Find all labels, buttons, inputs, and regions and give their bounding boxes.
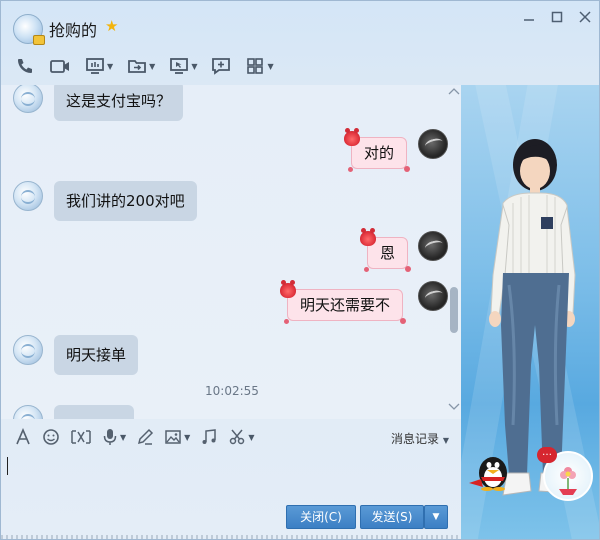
message-bubble[interactable]: 明天还需要不 (280, 280, 407, 324)
apps-button[interactable]: ▼ (241, 54, 277, 78)
chat-toolbar: ▼ ▼ ▼ ▼ (11, 53, 278, 79)
device-badge-icon (33, 35, 45, 45)
bubble-decoration-icon (360, 228, 376, 246)
chevron-down-icon: ▼ (442, 436, 449, 445)
message-input[interactable] (1, 455, 461, 505)
send-options-button[interactable]: ▼ (424, 505, 448, 529)
screen-share-button[interactable]: ▼ (81, 54, 117, 78)
music-icon (202, 429, 217, 444)
qq-penguin-icon[interactable] (467, 451, 513, 491)
contact-avatar[interactable] (13, 14, 45, 45)
add-chat-icon (212, 58, 231, 75)
scroll-down-icon[interactable] (448, 403, 460, 414)
apps-grid-icon (247, 58, 264, 74)
screenshot-button[interactable]: ▼ (225, 426, 257, 448)
resize-grip[interactable] (1, 535, 461, 539)
message-text: 明天接单 (66, 346, 127, 364)
message-history-button[interactable]: 消息记录 ▼ (391, 430, 449, 447)
contact-message-avatar[interactable] (13, 405, 43, 419)
chevron-down-icon: ▼ (120, 432, 127, 442)
chevron-down-icon: ▼ (149, 61, 156, 71)
remote-desktop-icon (170, 58, 189, 74)
send-button[interactable]: 发送(S) (360, 505, 424, 529)
bubble-decoration-icon (404, 166, 411, 172)
pen-icon (138, 428, 154, 445)
contact-message-avatar[interactable] (13, 181, 43, 211)
message-bubble[interactable]: 这是支付宝吗？ (54, 85, 184, 121)
bubble-decoration-icon (364, 267, 369, 272)
self-message-avatar[interactable] (418, 231, 448, 261)
message-text: 恩 (380, 244, 396, 262)
text-cursor (7, 457, 8, 475)
message-text: 明天还需要不 (300, 296, 391, 314)
message-bubble[interactable]: 对的 (344, 128, 411, 172)
message-bubble[interactable]: 我们讲的200对吧 (54, 181, 197, 221)
bubble-decoration-icon (400, 318, 407, 324)
scissors-icon (230, 429, 245, 445)
star-icon: ★ (105, 17, 119, 35)
file-transfer-icon (128, 60, 147, 73)
scrollbar-thumb[interactable] (450, 287, 458, 333)
close-icon[interactable] (577, 10, 593, 26)
message-text: 对的 (364, 144, 395, 162)
chevron-down-icon: ▼ (248, 432, 255, 442)
chevron-down-icon: ▼ (191, 61, 198, 71)
image-button[interactable]: ▼ (161, 426, 193, 448)
image-icon (165, 430, 181, 444)
message-timestamp: 10:02:55 (205, 384, 259, 398)
message-history-label: 消息记录 (391, 432, 440, 446)
video-call-button[interactable] (45, 54, 75, 78)
notification-bubble: … (537, 447, 557, 463)
bubble-decoration-icon (348, 167, 353, 172)
voice-icon (103, 429, 117, 445)
self-message-avatar[interactable] (418, 281, 448, 311)
avatar-figure-icon (489, 139, 576, 496)
chevron-down-icon: ▼ (267, 61, 274, 71)
message-bubble[interactable]: 明天接单 (54, 335, 139, 375)
bubble-decoration-icon (284, 319, 289, 324)
contact-message-avatar[interactable] (13, 85, 43, 113)
gift-badge[interactable]: … (537, 447, 593, 501)
chat-window: 抢购的 ★ ▼ ▼ ▼ ▼ 这是支付宝吗？ 对的 我们讲的200对吧 恩 明天还… (0, 0, 600, 540)
emoji-button[interactable] (39, 426, 63, 448)
add-chat-button[interactable] (207, 54, 235, 78)
screen-share-icon (86, 58, 104, 74)
contact-message-avatar[interactable] (13, 335, 43, 365)
font-button[interactable] (11, 426, 35, 448)
show-panel[interactable]: … (461, 85, 599, 539)
contact-name[interactable]: 抢购的 (49, 17, 97, 41)
video-icon (50, 60, 69, 73)
scroll-up-icon[interactable] (448, 87, 460, 98)
scrollbar[interactable] (449, 85, 459, 419)
phone-icon (18, 59, 32, 73)
message-bubble[interactable]: 恩 (360, 228, 412, 272)
window-controls (521, 10, 593, 26)
file-transfer-button[interactable]: ▼ (123, 54, 159, 78)
message-bubble[interactable] (54, 405, 134, 419)
title-bar[interactable]: 抢购的 ★ (1, 1, 599, 45)
emoji-icon (43, 429, 59, 445)
doodle-button[interactable] (133, 426, 157, 448)
bubble-decoration-icon (280, 280, 296, 298)
gif-icon (71, 430, 91, 444)
remote-desktop-button[interactable]: ▼ (165, 54, 201, 78)
message-text: 我们讲的200对吧 (66, 192, 185, 210)
message-list[interactable]: 这是支付宝吗？ 对的 我们讲的200对吧 恩 明天还需要不 明天接单 10:02… (1, 85, 461, 419)
minimize-icon[interactable] (521, 10, 537, 26)
font-icon (16, 428, 30, 445)
voice-message-button[interactable]: ▼ (99, 426, 129, 448)
close-button[interactable]: 关闭(C) (286, 505, 356, 529)
music-button[interactable] (197, 426, 221, 448)
message-text: 这是支付宝吗？ (66, 92, 172, 110)
maximize-icon[interactable] (549, 10, 565, 26)
chevron-down-icon: ▼ (184, 432, 191, 442)
bubble-decoration-icon (344, 128, 360, 146)
self-message-avatar[interactable] (418, 129, 448, 159)
gif-button[interactable] (67, 426, 95, 448)
chevron-down-icon: ▼ (107, 61, 114, 71)
voice-call-button[interactable] (11, 54, 39, 78)
bubble-decoration-icon (405, 266, 412, 272)
